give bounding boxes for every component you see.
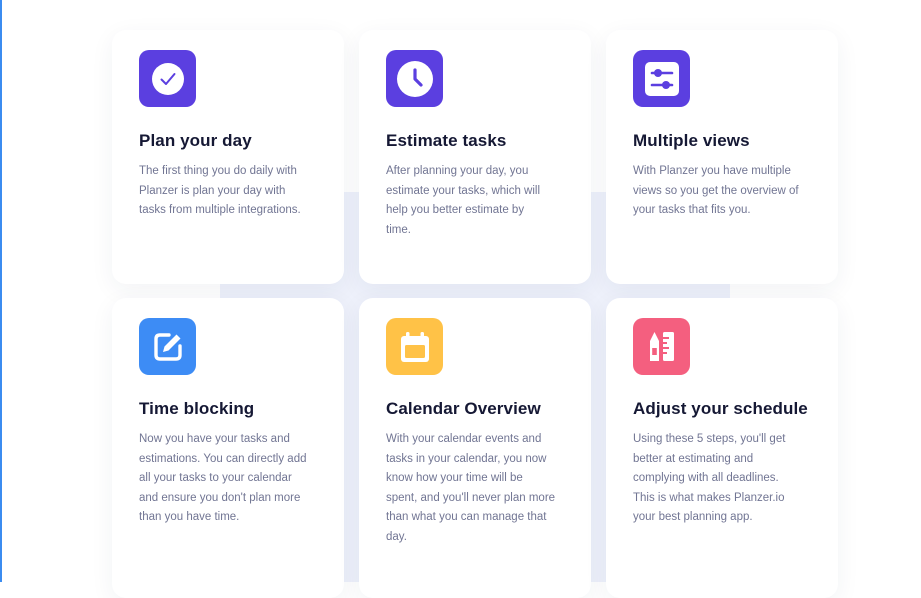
feature-card-multiple-views: Multiple views With Planzer you have mul…	[606, 30, 838, 284]
feature-title: Calendar Overview	[386, 399, 541, 418]
feature-description-line: Now you have your tasks and	[139, 433, 290, 445]
feature-description-line: know how your time will be	[386, 472, 523, 484]
feature-card-adjust-your-schedule: Adjust your schedule Using these 5 steps…	[606, 298, 838, 598]
feature-description: Now you have your tasks and estimations.…	[139, 430, 325, 528]
feature-description-line: your best planning app.	[633, 511, 753, 523]
left-edge-rule	[0, 0, 2, 582]
feature-description: With your calendar events and tasks in y…	[386, 430, 572, 547]
feature-description-line: This is what makes Planzer.io	[633, 491, 785, 504]
feature-description-line: than what you can manage that	[386, 511, 547, 523]
feature-description-line: Using these 5 steps, you'll get	[633, 433, 786, 445]
ruler-pencil-icon	[633, 318, 690, 375]
feature-description-line: The first thing you do daily with	[139, 165, 297, 177]
feature-description-line: your tasks that fits you.	[633, 204, 751, 216]
feature-description-line: estimate your tasks, which will	[386, 184, 541, 197]
feature-title: Time blocking	[139, 399, 255, 418]
feature-description-line: than you have time.	[139, 511, 240, 523]
feature-description-line: day.	[386, 530, 407, 543]
feature-description-line: tasks in your calendar, you now	[386, 452, 547, 465]
feature-description: The first thing you do daily with Planze…	[139, 162, 325, 221]
feature-title: Plan your day	[139, 131, 252, 150]
feature-description: Using these 5 steps, you'll get better a…	[633, 430, 819, 528]
feature-description-line: complying with all deadlines.	[633, 472, 779, 484]
feature-description-line: estimations. You can directly add	[139, 452, 307, 465]
feature-description-line: After planning your day, you	[386, 165, 529, 177]
feature-description-line: views so you get the overview of	[633, 184, 799, 197]
feature-card-plan-your-day: Plan your day The first thing you do dai…	[112, 30, 344, 284]
clock-icon	[386, 50, 443, 107]
feature-description-line: help you better estimate by	[386, 204, 525, 216]
calendar-icon	[386, 318, 443, 375]
feature-description-line: time.	[386, 223, 411, 236]
feature-description-line: and ensure you don't plan more	[139, 491, 301, 504]
feature-card-estimate-tasks: Estimate tasks After planning your day, …	[359, 30, 591, 284]
feature-description-line: tasks from multiple integrations.	[139, 204, 301, 216]
feature-description-line: Planzer is plan your day with	[139, 184, 286, 197]
feature-title: Adjust your schedule	[633, 399, 808, 418]
feature-description: With Planzer you have multiple views so …	[633, 162, 819, 221]
feature-title: Multiple views	[633, 131, 750, 150]
feature-description-line: spent, and you'll never plan more	[386, 491, 556, 504]
feature-description-line: With Planzer you have multiple	[633, 165, 791, 177]
feature-card-calendar-overview: Calendar Overview With your calendar eve…	[359, 298, 591, 598]
feature-card-time-blocking: Time blocking Now you have your tasks an…	[112, 298, 344, 598]
feature-description-line: all your tasks to your calendar	[139, 472, 292, 484]
check-circle-icon	[139, 50, 196, 107]
edit-pencil-icon	[139, 318, 196, 375]
feature-description-line: With your calendar events and	[386, 433, 542, 445]
feature-description-line: better at estimating and	[633, 452, 754, 465]
sliders-icon	[633, 50, 690, 107]
feature-title: Estimate tasks	[386, 131, 507, 150]
feature-description: After planning your day, you estimate yo…	[386, 162, 572, 240]
